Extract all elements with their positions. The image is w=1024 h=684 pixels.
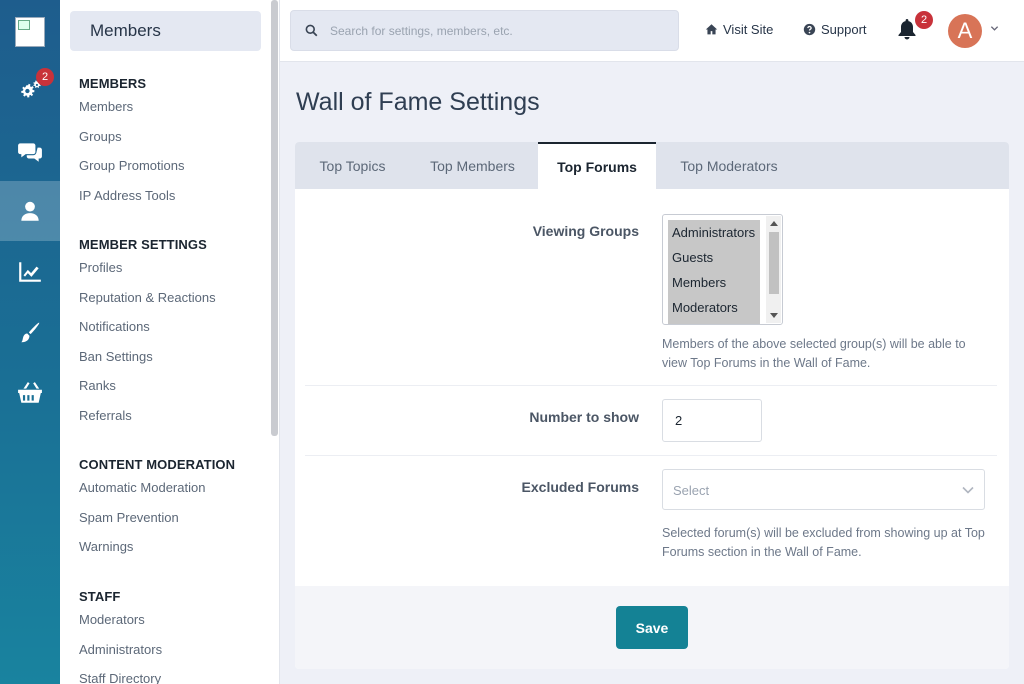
top-header: Visit Site Support 2 A: [280, 0, 1024, 62]
visit-site-label: Visit Site: [723, 22, 774, 37]
form-footer: Save: [295, 586, 1009, 669]
rail-stats[interactable]: [0, 242, 60, 302]
chevron-down-icon[interactable]: [990, 24, 999, 33]
section-heading: MEMBER SETTINGS: [79, 237, 207, 252]
viewing-groups-label: Viewing Groups: [532, 223, 639, 239]
sidebar-item-spam-prevention[interactable]: Spam Prevention: [79, 510, 269, 540]
listbox-option-members[interactable]: Members: [668, 270, 760, 295]
rail-members[interactable]: [0, 181, 60, 241]
sidebar-item-profiles[interactable]: Profiles: [79, 260, 269, 290]
tab-top-members[interactable]: Top Members: [410, 142, 535, 189]
basket-icon: [18, 382, 42, 403]
sidebar-item-staff-directory[interactable]: Staff Directory: [79, 671, 269, 684]
sidebar-item-referrals[interactable]: Referrals: [79, 408, 269, 438]
notifications-badge: 2: [915, 11, 933, 29]
rail-customization[interactable]: [0, 303, 60, 363]
search-icon: [305, 24, 318, 37]
sidebar-item-members[interactable]: Members: [79, 99, 269, 129]
excluded-forums-description: Selected forum(s) will be excluded from …: [662, 526, 985, 559]
excluded-forums-label: Excluded Forums: [521, 479, 639, 495]
settings-badge: 2: [36, 68, 54, 86]
row-divider: [305, 385, 997, 386]
sidebar-item-ip-address-tools[interactable]: IP Address Tools: [79, 188, 269, 218]
scroll-up-arrow-icon[interactable]: [770, 221, 778, 226]
excluded-forums-select[interactable]: Select: [662, 469, 985, 510]
sidebar-item-ranks[interactable]: Ranks: [79, 378, 269, 408]
sidebar-section-content-moderation: CONTENT MODERATION Automatic Moderation …: [79, 457, 269, 569]
icon-rail: 2: [0, 0, 60, 684]
visit-site-link[interactable]: Visit Site: [705, 22, 773, 37]
number-to-show-input[interactable]: [662, 399, 762, 442]
sidebar-item-ban-settings[interactable]: Ban Settings: [79, 349, 269, 379]
rail-community[interactable]: [0, 122, 60, 182]
sidebar-item-automatic-moderation[interactable]: Automatic Moderation: [79, 480, 269, 510]
sidebar-section-staff: STAFF Moderators Administrators Staff Di…: [79, 589, 269, 684]
line-chart-icon: [19, 262, 41, 282]
row-divider: [305, 455, 997, 456]
settings-panel: Top Topics Top Members Top Forums Top Mo…: [295, 142, 1009, 669]
paintbrush-icon: [21, 322, 40, 343]
sidebar-item-warnings[interactable]: Warnings: [79, 539, 269, 569]
user-icon: [21, 201, 39, 221]
bell-icon: [898, 19, 916, 40]
support-label: Support: [821, 22, 867, 37]
scroll-down-arrow-icon[interactable]: [770, 313, 778, 318]
listbox-scrollbar[interactable]: [766, 216, 781, 323]
listbox-option-administrators[interactable]: Administrators: [668, 220, 760, 245]
save-button[interactable]: Save: [616, 606, 688, 649]
tab-top-forums[interactable]: Top Forums: [538, 142, 656, 189]
sidebar-item-groups[interactable]: Groups: [79, 129, 269, 159]
scroll-thumb[interactable]: [769, 232, 779, 294]
avatar[interactable]: A: [948, 14, 982, 48]
support-link[interactable]: Support: [803, 22, 867, 37]
search-box[interactable]: [290, 10, 679, 51]
page-title: Wall of Fame Settings: [296, 88, 540, 116]
section-heading: MEMBERS: [79, 76, 147, 91]
tab-top-moderators[interactable]: Top Moderators: [656, 142, 802, 189]
viewing-groups-description: Members of the above selected group(s) w…: [662, 337, 966, 370]
home-icon: [705, 24, 718, 35]
chat-bubbles-icon: [18, 143, 42, 162]
sidebar-item-reputation[interactable]: Reputation & Reactions: [79, 290, 269, 320]
sidebar-item-moderators[interactable]: Moderators: [79, 612, 269, 642]
tab-bar: Top Topics Top Members Top Forums Top Mo…: [295, 142, 1009, 189]
listbox-option-moderators[interactable]: Moderators: [668, 295, 760, 320]
site-logo[interactable]: [15, 17, 45, 47]
sidebar-item-group-promotions[interactable]: Group Promotions: [79, 158, 269, 188]
section-heading: CONTENT MODERATION: [79, 457, 236, 472]
select-placeholder: Select: [673, 483, 710, 498]
viewing-groups-listbox[interactable]: Administrators Guests Members Moderators: [662, 214, 783, 325]
sidebar-item-notifications[interactable]: Notifications: [79, 319, 269, 349]
search-input[interactable]: [330, 23, 650, 38]
sidebar-section-members: MEMBERS Members Groups Group Promotions …: [79, 76, 269, 217]
sidebar-title: Members: [70, 11, 261, 51]
sidebar-item-administrators[interactable]: Administrators: [79, 642, 269, 672]
rail-settings[interactable]: 2: [0, 61, 60, 121]
sidebar-scrollbar[interactable]: [271, 0, 278, 436]
chevron-down-icon: [962, 486, 974, 494]
rail-marketplace[interactable]: [0, 363, 60, 423]
question-circle-icon: [803, 23, 816, 36]
tab-top-topics[interactable]: Top Topics: [295, 142, 410, 189]
section-heading: STAFF: [79, 589, 121, 604]
listbox-option-guests[interactable]: Guests: [668, 245, 760, 270]
number-to-show-label: Number to show: [529, 409, 639, 425]
sidebar-section-member-settings: MEMBER SETTINGS Profiles Reputation & Re…: [79, 237, 269, 438]
sidebar: Members MEMBERS Members Groups Group Pro…: [60, 0, 280, 684]
